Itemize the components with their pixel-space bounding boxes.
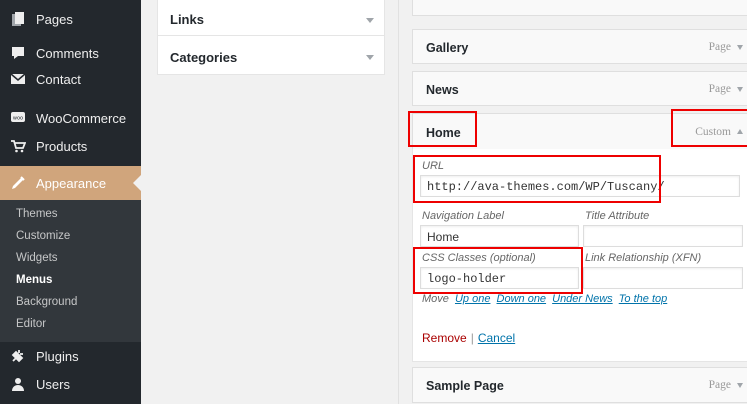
menu-item-title: Home — [426, 126, 461, 140]
sidebar-item-products[interactable]: Products — [0, 129, 141, 163]
menu-item-type: Custom — [695, 126, 731, 138]
chevron-down-icon[interactable] — [737, 87, 743, 92]
chevron-down-icon[interactable] — [737, 45, 743, 50]
comments-icon — [0, 45, 36, 61]
sidebar-item-contact[interactable]: Contact — [0, 62, 141, 96]
chevron-up-icon[interactable] — [737, 129, 743, 134]
appearance-icon — [0, 175, 36, 191]
move-up-one-link[interactable]: Up one — [455, 293, 490, 305]
pages-icon — [0, 11, 36, 27]
menu-item-type: Page — [708, 83, 731, 95]
navigation-label-field[interactable]: Home — [420, 225, 579, 247]
move-under-news-link[interactable]: Under News — [552, 293, 613, 305]
move-down-one-link[interactable]: Down one — [497, 293, 547, 305]
sidebar-item-label: Users — [36, 376, 70, 392]
menu-item-type: Page — [708, 41, 731, 53]
chevron-down-icon[interactable] — [366, 18, 374, 23]
url-label: URL — [422, 160, 445, 172]
menu-item-title: Gallery — [426, 41, 469, 55]
css-classes-label: CSS Classes (optional) — [422, 252, 536, 264]
appearance-submenu: Themes Customize Widgets Menus Backgroun… — [0, 200, 141, 342]
title-attribute-label: Title Attribute — [585, 210, 650, 222]
menu-item-home[interactable]: Home Custom — [412, 113, 747, 150]
products-icon — [0, 138, 36, 154]
move-row: Move Up one Down one Under News To the t… — [422, 293, 667, 305]
menu-item-title: News — [426, 83, 459, 97]
menu-item-sample-page[interactable]: Sample Page Page — [412, 367, 747, 403]
accordion-links[interactable]: Links — [157, 0, 385, 36]
menu-item-gallery[interactable]: Gallery Page — [412, 29, 747, 64]
accordion-categories[interactable]: Categories — [157, 35, 385, 75]
submenu-item-widgets[interactable]: Widgets — [16, 252, 58, 264]
move-label: Move — [422, 293, 449, 305]
url-field[interactable]: http://ava-themes.com/WP/Tuscany/ — [420, 175, 740, 197]
menu-item-title: Sample Page — [426, 379, 504, 393]
sidebar-item-pages[interactable]: Pages — [0, 2, 141, 36]
contact-icon — [0, 71, 36, 87]
submenu-item-customize[interactable]: Customize — [16, 230, 70, 242]
link-relationship-field[interactable] — [583, 267, 743, 289]
menu-item-partial — [412, 0, 747, 16]
sidebar-item-label: Appearance — [36, 175, 107, 191]
menu-item-news[interactable]: News Page — [412, 71, 747, 106]
submenu-item-editor[interactable]: Editor — [16, 318, 46, 330]
sidebar-item-label: WooCommerce — [36, 110, 127, 126]
submenu-item-themes[interactable]: Themes — [16, 208, 58, 220]
woocommerce-icon: woo — [0, 111, 36, 125]
sidebar-item-label: Comments — [36, 45, 99, 61]
menu-item-type: Page — [708, 379, 731, 391]
sidebar-item-appearance[interactable]: Appearance — [0, 166, 141, 200]
chevron-down-icon[interactable] — [737, 383, 743, 388]
sidebar-item-label: Contact — [36, 71, 81, 87]
move-to-top-link[interactable]: To the top — [619, 293, 668, 305]
column-divider — [398, 0, 399, 404]
sidebar-item-label: Pages — [36, 11, 73, 27]
cancel-link[interactable]: Cancel — [478, 331, 515, 345]
plugins-icon — [0, 348, 36, 364]
accordion-title: Links — [170, 12, 204, 27]
action-separator: | — [470, 331, 474, 345]
sidebar-item-users[interactable]: Users — [0, 367, 141, 401]
submenu-item-background[interactable]: Background — [16, 296, 77, 308]
sidebar-item-label: Plugins — [36, 348, 79, 364]
css-classes-field[interactable]: logo-holder — [420, 267, 579, 289]
submenu-item-menus[interactable]: Menus — [16, 274, 52, 286]
chevron-down-icon[interactable] — [366, 55, 374, 60]
svg-text:woo: woo — [13, 116, 23, 122]
sidebar-item-label: Products — [36, 138, 88, 154]
navigation-label-label: Navigation Label — [422, 210, 504, 222]
link-relationship-label: Link Relationship (XFN) — [585, 252, 702, 264]
users-icon — [0, 376, 36, 392]
title-attribute-field[interactable] — [583, 225, 743, 247]
accordion-title: Categories — [170, 50, 238, 65]
admin-sidebar: Pages Comments Contact woo WooCommerce P… — [0, 0, 141, 404]
remove-link[interactable]: Remove — [422, 331, 467, 345]
item-actions: Remove | Cancel — [422, 331, 515, 345]
